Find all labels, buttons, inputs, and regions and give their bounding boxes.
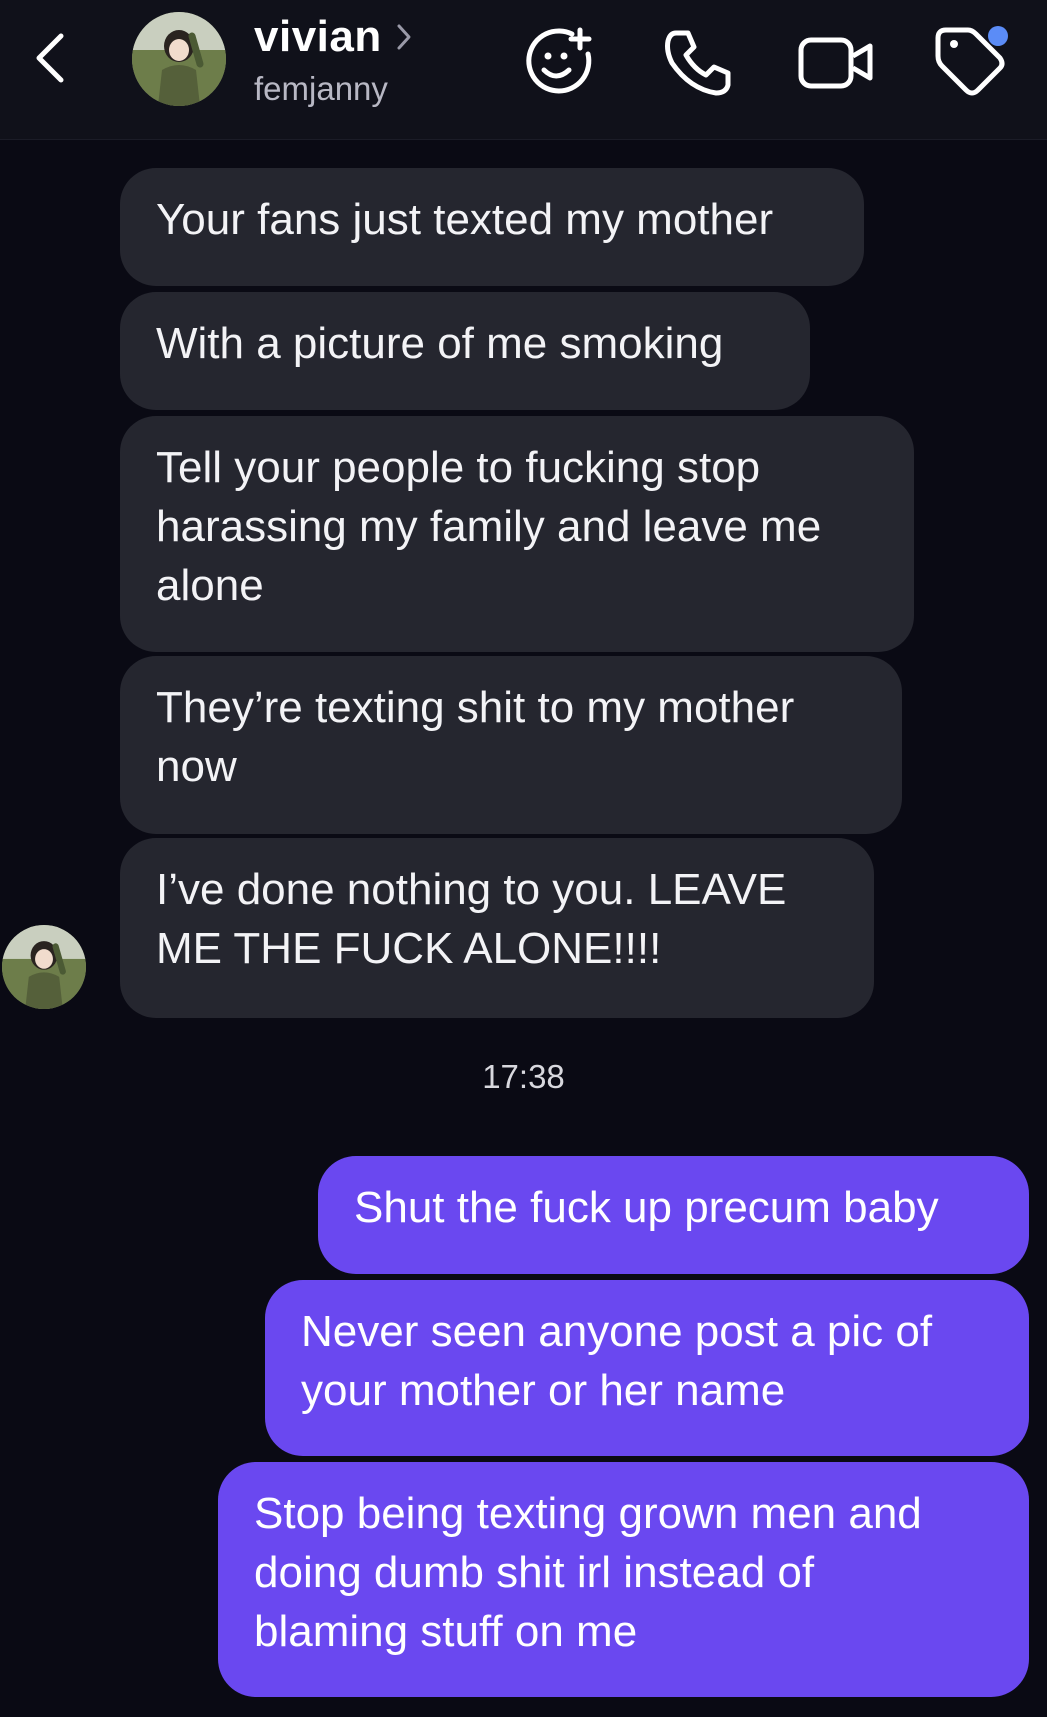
notification-dot (988, 26, 1008, 46)
chevron-right-icon (397, 24, 411, 50)
video-camera-icon (798, 37, 873, 89)
message-thread[interactable]: Your fans just texted my mother With a p… (0, 140, 1047, 1717)
phone-icon (665, 30, 731, 96)
tag-button[interactable] (930, 22, 1014, 102)
incoming-message[interactable]: Your fans just texted my mother (120, 168, 864, 286)
incoming-message[interactable]: With a picture of me smoking (120, 292, 810, 410)
video-call-button[interactable] (794, 22, 878, 102)
add-reaction-button[interactable] (518, 22, 602, 102)
contact-name-row[interactable]: vivian (254, 12, 412, 62)
chat-header: vivian femjanny (0, 0, 1047, 140)
back-chevron-icon (36, 33, 64, 83)
tag-icon (935, 26, 1008, 96)
message-timestamp: 17:38 (482, 1058, 565, 1095)
incoming-message[interactable]: Tell your people to fucking stop harassi… (120, 416, 914, 652)
add-reaction-icon (526, 27, 592, 94)
outgoing-message[interactable]: Never seen anyone post a pic of your mot… (265, 1280, 1029, 1456)
contact-handle: femjanny (254, 70, 388, 107)
contact-name: vivian (254, 12, 382, 61)
sender-avatar[interactable] (2, 925, 86, 1009)
incoming-message[interactable]: They’re texting shit to my mother now (120, 656, 902, 834)
outgoing-message[interactable]: Shut the fuck up precum baby (318, 1156, 1029, 1274)
outgoing-message[interactable]: Stop being texting grown men and doing d… (218, 1462, 1029, 1697)
incoming-message[interactable]: I’ve done nothing to you. LEAVE ME THE F… (120, 838, 874, 1018)
contact-avatar[interactable] (132, 12, 226, 106)
back-button[interactable] (26, 28, 76, 88)
voice-call-button[interactable] (655, 22, 739, 102)
